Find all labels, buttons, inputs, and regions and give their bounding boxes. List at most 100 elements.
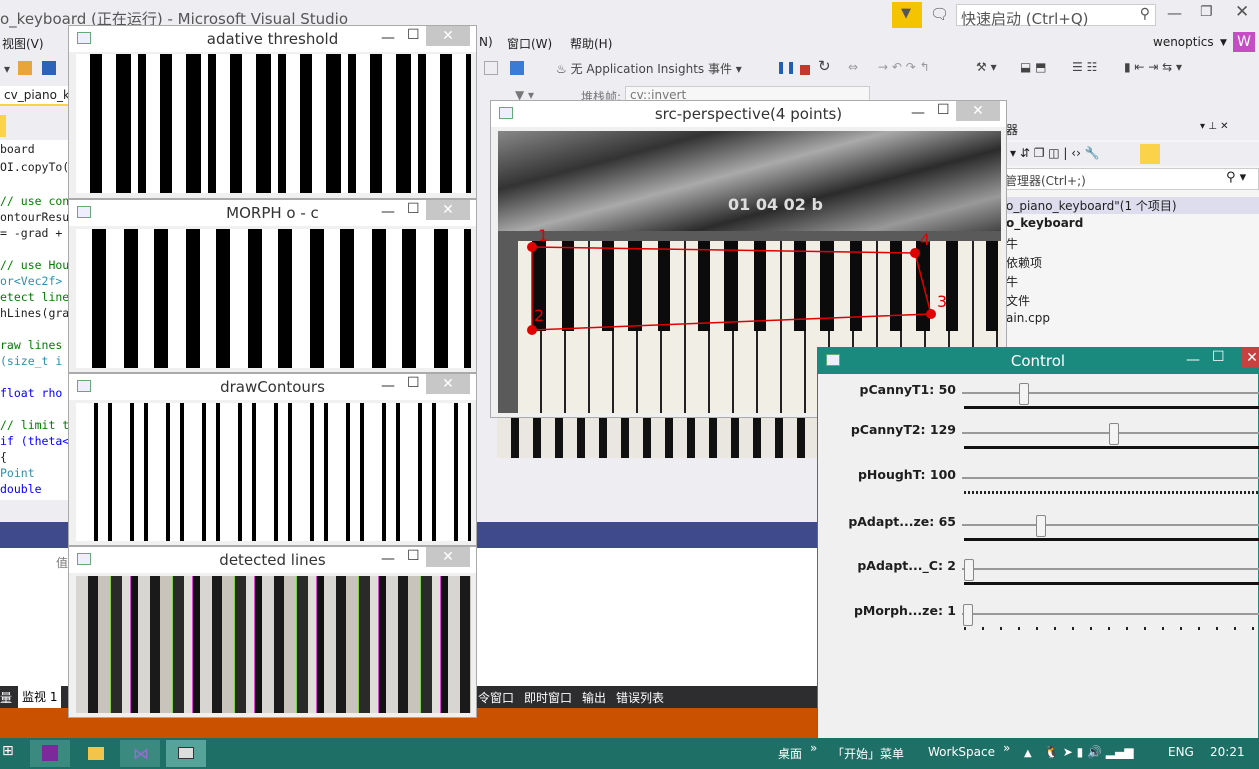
maximize-icon[interactable]: ☐	[407, 548, 420, 564]
code-editor[interactable]: board OI.copyTo( // use conto ontourResu…	[0, 140, 83, 500]
trackbar-padapt-size[interactable]: pAdapt...ze: 65	[822, 514, 1259, 554]
tab-output[interactable]: 输出	[582, 689, 606, 706]
window-titlebar[interactable]: src-perspective(4 points) — ☐ ✕	[491, 101, 1006, 127]
trackbar-track[interactable]	[962, 568, 1259, 570]
tab-error-list[interactable]: 错误列表	[616, 689, 664, 706]
solution-node[interactable]: o_piano_keyboard"(1 个项目)	[1000, 197, 1259, 214]
window-contours[interactable]: drawContours — ☐ ✕	[68, 373, 477, 546]
restart-icon[interactable]: ↻	[818, 57, 831, 75]
close-icon[interactable]: ✕	[426, 374, 470, 394]
notifications-icon[interactable]: 🗨	[930, 5, 949, 23]
toolbar-icon-b[interactable]: ⬓ ⬒	[1020, 60, 1047, 78]
trackbar-thumb[interactable]	[964, 559, 975, 581]
window-detected-lines[interactable]: detected lines — ☐ ✕	[68, 546, 477, 718]
project-node[interactable]: o_keyboard	[1006, 216, 1083, 230]
trackbar-track[interactable]	[962, 477, 1259, 479]
back-icon[interactable]: ▾	[4, 62, 18, 76]
opencv-taskbar-button[interactable]	[166, 740, 206, 767]
window-titlebar[interactable]: Control — ☐ ✕	[818, 348, 1259, 374]
menu-partial[interactable]: N)	[479, 35, 493, 49]
close-icon[interactable]: ✕	[426, 547, 470, 567]
close-icon[interactable]: ✕	[426, 26, 470, 46]
close-button[interactable]: ✕	[1235, 2, 1249, 22]
minimize-icon[interactable]: —	[1186, 352, 1200, 368]
minimize-icon[interactable]: —	[381, 30, 395, 46]
show-next-icon[interactable]: ⇔	[848, 60, 858, 78]
workspace-toolbar[interactable]: WorkSpace	[928, 745, 995, 759]
tray-expand-icon[interactable]: ▲	[1024, 748, 1032, 759]
align-icon[interactable]: ☰ ☷	[1072, 60, 1097, 78]
feedback-flag-icon[interactable]: ▼	[892, 2, 922, 28]
tab-locals[interactable]: 量	[0, 689, 12, 706]
insights-dropdown[interactable]: ♨ 无 Application Insights 事件 ▾	[556, 60, 742, 78]
language-indicator[interactable]: ENG	[1168, 745, 1194, 759]
toolbar-icon-a[interactable]	[484, 61, 498, 75]
clock[interactable]: 20:21	[1210, 745, 1245, 759]
window-control[interactable]: Control — ☐ ✕ pCannyT1: 50 pCannyT2: 129…	[817, 347, 1259, 747]
trackbar-track[interactable]	[962, 613, 1259, 615]
trackbar-track[interactable]	[962, 524, 1259, 526]
pause-icon[interactable]: ❚❚	[776, 60, 796, 78]
avatar[interactable]: W	[1233, 32, 1255, 52]
trackbar-track[interactable]	[962, 392, 1259, 394]
save-icon[interactable]	[42, 61, 56, 75]
tab-immediate[interactable]: 即时窗口	[524, 689, 572, 706]
trackbar-thumb[interactable]	[1108, 423, 1119, 445]
onenote-taskbar-button[interactable]	[30, 740, 70, 767]
open-icon[interactable]	[18, 61, 32, 75]
minimize-icon[interactable]: —	[381, 378, 395, 394]
user-name[interactable]: wenoptics	[1153, 35, 1214, 49]
minimize-icon[interactable]: —	[381, 204, 395, 220]
find-icon[interactable]	[510, 61, 524, 75]
window-morph[interactable]: MORPH o - c — ☐ ✕	[68, 199, 477, 373]
trackbar-thumb[interactable]	[1035, 515, 1046, 537]
tree-item[interactable]: 依赖项	[1006, 254, 1042, 271]
trackbar-thumb[interactable]	[1018, 383, 1029, 405]
maximize-icon[interactable]: ☐	[937, 102, 950, 118]
tab-command[interactable]: 令窗口	[478, 689, 514, 706]
step-into-icon[interactable]: → ↶ ↷ ↰	[878, 60, 930, 78]
trackbar-pcannyt1[interactable]: pCannyT1: 50	[822, 382, 1259, 422]
chevron-icon[interactable]: »	[1003, 741, 1010, 755]
explorer-taskbar-button[interactable]	[76, 740, 116, 767]
sync-icon[interactable]: ▾ ⇵ ❐ ◫ | ‹› 🔧	[1010, 146, 1100, 160]
visual-studio-taskbar-button[interactable]: ⋈	[120, 740, 160, 767]
solution-search-input[interactable]: 管理器(Ctrl+;) ⚲ ▾	[1000, 168, 1259, 190]
window-titlebar[interactable]: adative threshold — ☐ ✕	[69, 26, 476, 52]
pin-icon[interactable]: ▾ ⊥ ✕	[1200, 121, 1228, 132]
stop-icon[interactable]	[800, 65, 810, 75]
desktop-toolbar[interactable]: 桌面	[778, 745, 802, 762]
restore-button[interactable]: ❐	[1200, 4, 1213, 20]
maximize-icon[interactable]: ☐	[407, 201, 420, 217]
trackbar-phought[interactable]: pHoughT: 100	[822, 467, 1259, 507]
close-icon[interactable]: ✕	[1242, 348, 1259, 368]
trackbar-thumb[interactable]	[963, 604, 974, 626]
minimize-icon[interactable]: —	[911, 105, 925, 121]
minimize-button[interactable]: —	[1167, 4, 1182, 22]
tree-item[interactable]: 牛	[1006, 235, 1018, 252]
menu-help[interactable]: 帮助(H)	[570, 35, 612, 52]
window-threshold[interactable]: adative threshold — ☐ ✕	[68, 25, 477, 199]
window-titlebar[interactable]: drawContours — ☐ ✕	[69, 374, 476, 400]
close-icon[interactable]: ✕	[956, 101, 1000, 121]
tray-app-icons[interactable]: 🐧 ➤ ▮ 🔊 ▂▄▆	[1044, 745, 1133, 759]
window-titlebar[interactable]: detected lines — ☐ ✕	[69, 547, 476, 573]
maximize-icon[interactable]: ☐	[407, 27, 420, 43]
start-icon[interactable]: ⊞	[2, 743, 14, 759]
menu-view[interactable]: 视图(V)	[2, 35, 44, 52]
bookmark-icon[interactable]: ▮ ⇤ ⇥ ⇆ ▾	[1124, 60, 1182, 78]
menu-window[interactable]: 窗口(W)	[507, 35, 552, 52]
window-titlebar[interactable]: MORPH o - c — ☐ ✕	[69, 200, 476, 226]
trackbar-pmorph-size[interactable]: pMorph...ze: 1	[822, 603, 1259, 643]
trackbar-padapt-c[interactable]: pAdapt..._C: 2	[822, 558, 1259, 598]
chevron-icon[interactable]: »	[810, 741, 817, 755]
quick-launch-input[interactable]: 快速启动 (Ctrl+Q) ⚲	[956, 4, 1156, 28]
tree-item[interactable]: 文件	[1006, 292, 1030, 309]
tree-item[interactable]: 牛	[1006, 273, 1018, 290]
minimize-icon[interactable]: —	[381, 551, 395, 567]
debug-tools-icon[interactable]: ⚒ ▾	[976, 60, 997, 78]
start-menu-toolbar[interactable]: 「开始」菜单	[832, 745, 904, 762]
file-main-cpp[interactable]: ain.cpp	[1006, 311, 1050, 325]
close-icon[interactable]: ✕	[426, 200, 470, 220]
trackbar-pcannyt2[interactable]: pCannyT2: 129	[822, 422, 1259, 462]
